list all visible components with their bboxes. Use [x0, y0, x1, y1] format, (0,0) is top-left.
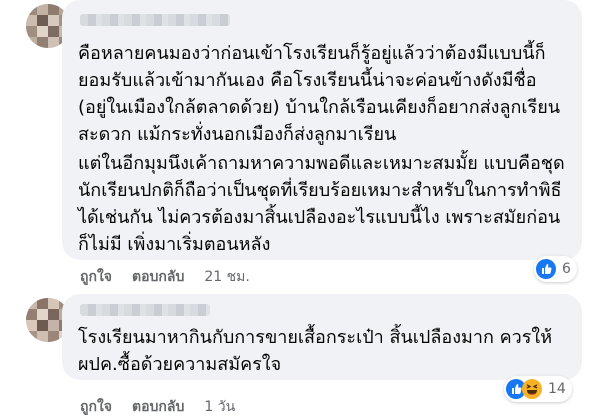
comment-timestamp[interactable]: 21 ชม. — [204, 266, 249, 288]
reply-button[interactable]: ตอบกลับ — [132, 266, 184, 288]
comment-paragraph: คือหลายคนมองว่าก่อนเข้าโรงเรียนก็รู้อยู่… — [78, 43, 561, 145]
reaction-count: 6 — [562, 261, 571, 277]
comment-paragraph: โรงเรียนมาหากินกับการขายเสื้อกระเป๋า สิ้… — [78, 327, 553, 375]
like-icon — [536, 259, 556, 279]
comment-actions: ถูกใจ ตอบกลับ 1 วัน — [80, 396, 235, 418]
like-button[interactable]: ถูกใจ — [80, 266, 112, 288]
comment-bubble: โรงเรียนมาหากินกับการขายเสื้อกระเป๋า สิ้… — [62, 294, 582, 380]
haha-icon — [522, 379, 542, 399]
reaction-summary[interactable]: 6 — [534, 256, 577, 282]
comment-paragraph: แต่ในอีกมุมนึงเค้าถามหาความพอดีและเหมาะส… — [78, 153, 565, 255]
comment-timestamp[interactable]: 1 วัน — [204, 396, 235, 418]
comment-bubble: คือหลายคนมองว่าก่อนเข้าโรงเรียนก็รู้อยู่… — [62, 0, 582, 260]
reply-button[interactable]: ตอบกลับ — [132, 396, 184, 418]
blurred-commenter-name[interactable] — [80, 14, 230, 26]
reaction-count: 14 — [548, 381, 566, 397]
reaction-summary[interactable]: 14 — [504, 376, 572, 402]
blurred-commenter-name[interactable] — [80, 304, 210, 316]
like-button[interactable]: ถูกใจ — [80, 396, 112, 418]
comment-actions: ถูกใจ ตอบกลับ 21 ชม. — [80, 266, 250, 288]
